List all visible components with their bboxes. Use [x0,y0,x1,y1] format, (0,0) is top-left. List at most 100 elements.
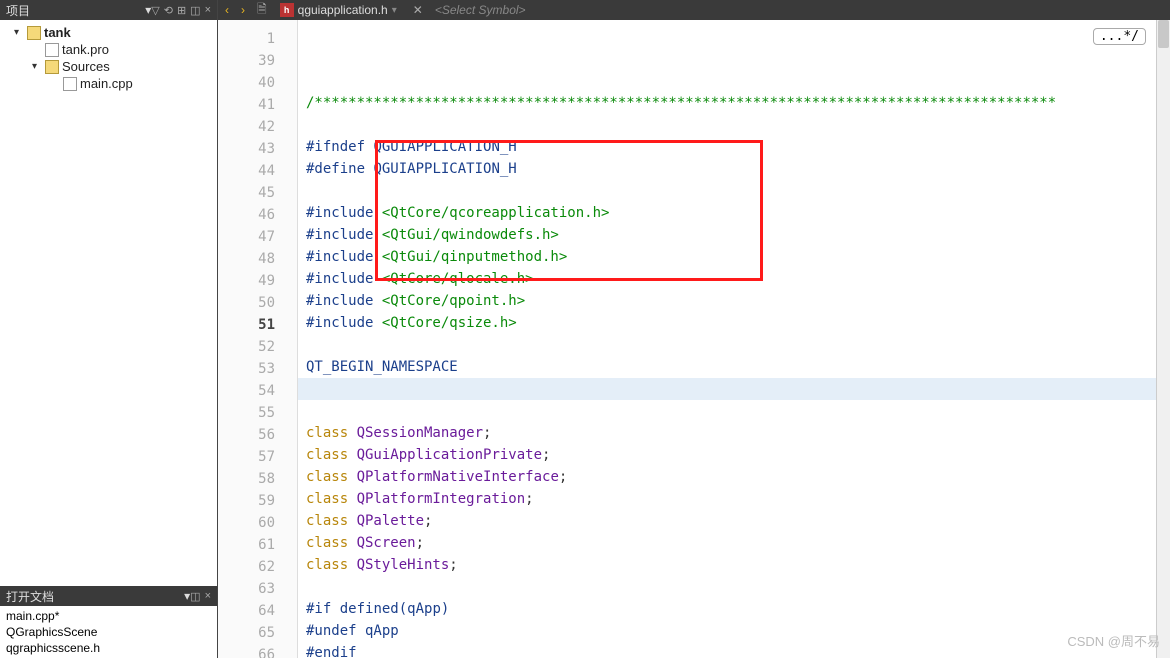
code-line[interactable]: #include <QtGui/qwindowdefs.h> [298,224,1156,246]
code-line[interactable]: class QScreen; [298,532,1156,554]
open-doc-item[interactable]: QGraphicsScene [6,624,211,640]
editor-area: ‹ › 🗎 h qguiapplication.h ▾ ✕ <Select Sy… [218,0,1170,658]
tree-label: main.cpp [80,76,133,91]
split-icon[interactable]: ◫ [190,590,200,603]
line-number: 62 [218,556,297,578]
project-panel: 项目 ▾ ▽ ⟲ ⊞ ◫ × ▾ tank tank.pro ▾ Sources [0,0,218,658]
line-number: 44 [218,160,297,182]
file-tab[interactable]: h qguiapplication.h ▾ [276,3,401,17]
code-line[interactable] [298,334,1156,356]
nav-forward-button[interactable]: › [238,3,248,17]
project-panel-header: 项目 ▾ ▽ ⟲ ⊞ ◫ × [0,0,217,20]
file-dropdown-icon[interactable]: ▾ [392,5,397,16]
close-icon[interactable]: × [205,4,211,16]
code-line[interactable]: #endif [298,642,1156,658]
tree-item-sources[interactable]: ▾ Sources [0,58,217,75]
code-content[interactable]: ...*/ /*********************************… [298,20,1156,658]
line-number: 50 [218,292,297,314]
code-line[interactable]: class QSessionManager; [298,422,1156,444]
code-line[interactable]: class QStyleHints; [298,554,1156,576]
line-number: 55 [218,402,297,424]
code-line[interactable]: #include <QtCore/qpoint.h> [298,290,1156,312]
tree-label: Sources [62,59,110,74]
line-number: 53 [218,358,297,380]
folder-icon [45,60,59,74]
line-number: 60 [218,512,297,534]
file-icon [45,43,59,57]
code-line[interactable]: /***************************************… [298,92,1156,114]
code-line[interactable] [298,576,1156,598]
project-panel-title: 项目 [6,2,145,19]
code-line[interactable] [298,378,1156,400]
link-icon[interactable]: ⟲ [164,4,173,17]
chevron-down-icon[interactable]: ▾ [32,61,42,72]
code-line[interactable]: #if defined(qApp) [298,598,1156,620]
line-number: 46 [218,204,297,226]
code-line[interactable]: #define QGUIAPPLICATION_H [298,158,1156,180]
tree-label: tank.pro [62,42,109,57]
open-docs-panel: 打开文档 ▾ ◫ × main.cpp* QGraphicsScene qgra… [0,586,217,658]
vertical-scrollbar[interactable] [1156,20,1170,658]
line-number: 64 [218,600,297,622]
filter-icon[interactable]: ▽ [151,4,159,17]
code-editor[interactable]: 1394041424344454647484950515253545556575… [218,20,1170,658]
tree-item-pro[interactable]: tank.pro [0,41,217,58]
close-tab-button[interactable]: ✕ [407,3,429,17]
open-doc-item[interactable]: qgraphicsscene.h [6,640,211,656]
code-line[interactable]: #include <QtCore/qsize.h> [298,312,1156,334]
line-number: 43 [218,138,297,160]
open-doc-item[interactable]: main.cpp* [6,608,211,624]
code-line[interactable]: #undef qApp [298,620,1156,642]
line-number: 51 [218,314,297,336]
expand-icon[interactable]: ⊞ [177,4,186,17]
line-number: 58 [218,468,297,490]
line-number: 56 [218,424,297,446]
tree-item-main[interactable]: main.cpp [0,75,217,92]
code-line[interactable]: class QPlatformIntegration; [298,488,1156,510]
line-number: 65 [218,622,297,644]
line-number: 40 [218,72,297,94]
line-number: 52 [218,336,297,358]
code-line[interactable]: class QPlatformNativeInterface; [298,466,1156,488]
code-line[interactable]: #include <QtGui/qinputmethod.h> [298,246,1156,268]
split-icon[interactable]: ◫ [190,4,200,17]
open-docs-header: 打开文档 ▾ ◫ × [0,586,217,606]
file-tab-label: qguiapplication.h [298,3,388,17]
open-docs-title: 打开文档 [6,588,184,605]
tree-root[interactable]: ▾ tank [0,24,217,41]
nav-back-button[interactable]: ‹ [222,3,232,17]
code-line[interactable]: #ifndef QGUIAPPLICATION_H [298,136,1156,158]
chevron-down-icon[interactable]: ▾ [14,27,24,38]
line-number: 63 [218,578,297,600]
line-number: 47 [218,226,297,248]
tree-label: tank [44,25,71,40]
code-line[interactable]: class QPalette; [298,510,1156,532]
line-number: 48 [218,248,297,270]
doc-icon[interactable]: 🗎 [254,0,270,21]
project-tree[interactable]: ▾ tank tank.pro ▾ Sources main.cpp [0,20,217,586]
code-line[interactable] [298,180,1156,202]
folder-icon [27,26,41,40]
code-line[interactable]: class QGuiApplicationPrivate; [298,444,1156,466]
symbol-selector[interactable]: <Select Symbol> [435,3,1166,17]
code-line[interactable] [298,114,1156,136]
close-icon[interactable]: × [205,590,211,602]
scroll-thumb[interactable] [1158,20,1169,48]
line-number: 66 [218,644,297,658]
fold-badge[interactable]: ...*/ [1093,28,1146,45]
code-line[interactable] [298,400,1156,422]
code-line[interactable]: QT_BEGIN_NAMESPACE [298,356,1156,378]
line-number: 57 [218,446,297,468]
code-line[interactable]: #include <QtCore/qcoreapplication.h> [298,202,1156,224]
editor-toolbar: ‹ › 🗎 h qguiapplication.h ▾ ✕ <Select Sy… [218,0,1170,20]
line-number: 41 [218,94,297,116]
header-file-icon: h [280,3,294,17]
line-number-gutter: 1394041424344454647484950515253545556575… [218,20,298,658]
line-number: 54 [218,380,297,402]
line-number: 45 [218,182,297,204]
line-number: 39 [218,50,297,72]
line-number: 42 [218,116,297,138]
open-docs-list: main.cpp* QGraphicsScene qgraphicsscene.… [0,606,217,658]
code-line[interactable]: #include <QtCore/qlocale.h> [298,268,1156,290]
line-number: 49 [218,270,297,292]
